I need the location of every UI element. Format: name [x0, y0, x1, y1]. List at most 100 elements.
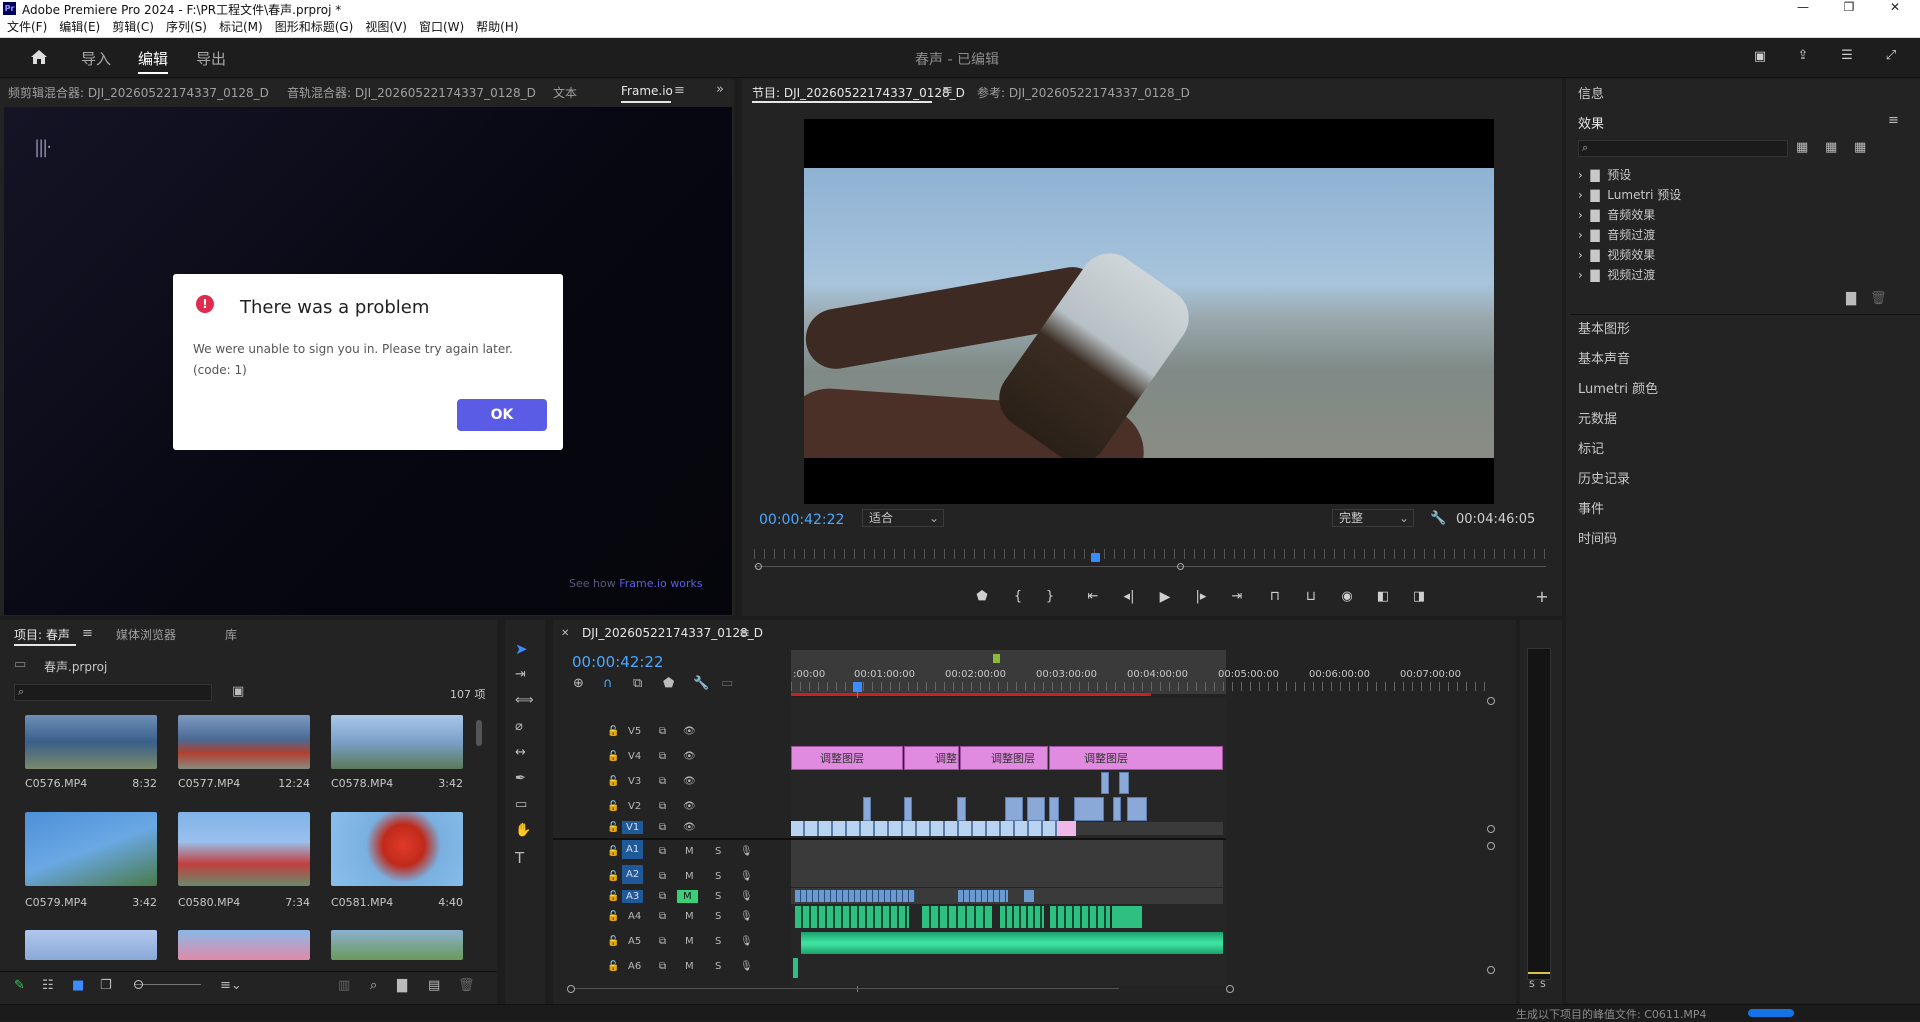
ripple-edit-tool-icon[interactable]: ⟺	[515, 693, 534, 708]
find-icon[interactable]: ▣	[232, 684, 244, 699]
panel-history[interactable]: 历史记录	[1578, 468, 1630, 487]
tab-libraries[interactable]: 库	[225, 626, 237, 643]
thumbnail[interactable]	[331, 930, 463, 960]
menu-markers[interactable]: 标记(M)	[219, 17, 263, 37]
new-bin-icon[interactable]: ▇	[1846, 291, 1856, 306]
timeline-timecode[interactable]: 00:00:42:22	[572, 653, 664, 671]
h-scrollbar[interactable]	[575, 988, 1119, 989]
rectangle-tool-icon[interactable]: ▭	[515, 797, 527, 812]
add-marker-icon[interactable]: ⬟	[663, 676, 674, 691]
video-clip[interactable]	[1005, 797, 1023, 821]
panel-menu-icon[interactable]: ≡	[942, 83, 953, 98]
mark-in-icon[interactable]: {	[1008, 589, 1028, 604]
scroll-handle[interactable]	[1487, 825, 1495, 833]
audio-clip[interactable]	[958, 890, 1008, 902]
video-clip[interactable]	[1119, 772, 1129, 794]
close-tab-icon[interactable]: ✕	[561, 628, 569, 639]
track-select-tool-icon[interactable]: ⇥	[515, 667, 526, 682]
adjustment-clip[interactable]: 调整图层	[1049, 746, 1223, 770]
thumbnail[interactable]	[178, 812, 310, 886]
video-clip[interactable]	[904, 797, 912, 821]
workspaces-icon[interactable]: ☰	[1837, 48, 1857, 63]
video-clip[interactable]	[1058, 821, 1076, 836]
delete-icon[interactable]: 🗑	[1870, 291, 1887, 306]
go-to-out-icon[interactable]: ⇥	[1227, 589, 1247, 604]
audio-clip[interactable]	[793, 958, 798, 978]
audio-clip-music[interactable]	[801, 932, 1223, 954]
track-header-a1[interactable]: 🔓 A1 ⧉ M S 🎙	[555, 840, 790, 863]
menu-sequence[interactable]: 序列(S)	[166, 17, 207, 37]
hand-tool-icon[interactable]: ✋	[515, 823, 531, 838]
add-button-icon[interactable]: +	[1532, 587, 1552, 606]
menu-edit[interactable]: 编辑(E)	[59, 17, 100, 37]
wrench-icon[interactable]: 🔧	[1430, 511, 1446, 526]
icon-view-icon[interactable]: ■	[72, 978, 84, 993]
lift-icon[interactable]: ⊓	[1265, 589, 1285, 604]
tab-export[interactable]: 导出	[196, 48, 226, 69]
tab-reference[interactable]: 参考: DJI_20260522174337_0128_D	[977, 84, 1190, 101]
track-header-a6[interactable]: 🔓 A6 ⧉ M S 🎙	[555, 958, 790, 978]
thumbnail[interactable]	[178, 930, 310, 960]
type-tool-icon[interactable]: T	[515, 849, 524, 867]
tree-item-lumetri-presets[interactable]: › ▇ Lumetri 预设	[1578, 186, 1681, 203]
maximize-icon[interactable]: ❐	[1834, 0, 1864, 17]
extract-icon[interactable]: ⊔	[1301, 589, 1321, 604]
thumbnail[interactable]	[25, 930, 157, 960]
panel-metadata[interactable]: 元数据	[1578, 408, 1617, 427]
tab-program[interactable]: 节目: DJI_20260522174337_0128_D	[752, 84, 965, 101]
fullscreen-icon[interactable]: ⤢	[1881, 48, 1901, 63]
video-clip[interactable]	[1101, 772, 1109, 794]
video-clip[interactable]	[863, 797, 871, 821]
expand-panels-icon[interactable]: »	[716, 82, 724, 97]
thumbnail[interactable]	[25, 715, 157, 769]
program-playhead[interactable]	[1090, 553, 1100, 562]
new-item-icon[interactable]: ▤	[428, 978, 440, 993]
panel-menu-icon[interactable]: ≡	[82, 626, 93, 641]
scroll-handle[interactable]	[1487, 966, 1495, 974]
panel-lumetri-color[interactable]: Lumetri 颜色	[1578, 378, 1658, 397]
accelerated-effects-icon[interactable]: ▦	[1796, 140, 1808, 155]
audio-clip[interactable]	[1112, 906, 1142, 928]
step-forward-icon[interactable]: |▸	[1191, 589, 1211, 604]
zoom-slider[interactable]	[135, 984, 201, 985]
tab-frameio[interactable]: Frame.io	[621, 84, 673, 98]
panel-essential-graphics[interactable]: 基本图形	[1578, 318, 1630, 337]
thumbnail[interactable]	[25, 812, 157, 886]
panel-essential-sound[interactable]: 基本声音	[1578, 348, 1630, 367]
timeline-settings-icon[interactable]: 🔧	[693, 676, 709, 691]
track-header-v1[interactable]: 🔓 V1 ⧉ 👁	[555, 819, 790, 839]
freeform-view-icon[interactable]: ❐	[100, 978, 112, 993]
zoom-select[interactable]: 适合 ⌄	[862, 509, 944, 527]
multicam-icon[interactable]: ◨	[1409, 589, 1429, 604]
menu-graphics[interactable]: 图形和标题(G)	[275, 17, 354, 37]
menu-file[interactable]: 文件(F)	[7, 17, 47, 37]
nest-icon[interactable]: ⊕	[573, 676, 584, 691]
frameio-link[interactable]: Frame.io works	[619, 577, 702, 590]
scroll-handle[interactable]	[1487, 842, 1495, 850]
effects-panel-title[interactable]: 效果	[1578, 113, 1604, 132]
tab-edit[interactable]: 编辑	[138, 48, 169, 74]
track-header-v2[interactable]: 🔓 V2 ⧉ 👁	[555, 798, 790, 818]
play-icon[interactable]: ▶	[1155, 589, 1175, 605]
panel-timecode[interactable]: 时间码	[1578, 528, 1617, 547]
tree-item-video-effects[interactable]: › ▇ 视频效果	[1578, 246, 1655, 263]
menu-view[interactable]: 视图(V)	[365, 17, 407, 37]
timeline-playhead-head[interactable]	[853, 682, 862, 692]
zoom-slider-handle[interactable]	[134, 980, 143, 989]
adjustment-clip[interactable]: 调整图层	[791, 746, 903, 770]
yuv-effects-icon[interactable]: ▦	[1854, 140, 1866, 155]
quality-select[interactable]: 完整 ⌄	[1332, 509, 1414, 527]
h-scroll-left[interactable]	[567, 985, 575, 993]
track-header-v3[interactable]: 🔓 V3 ⧉ 👁	[555, 773, 790, 793]
zoom-handle-right[interactable]	[1177, 563, 1184, 570]
video-clip-strip[interactable]	[791, 821, 1076, 836]
close-icon[interactable]: ✕	[1880, 0, 1910, 17]
panel-events[interactable]: 事件	[1578, 498, 1604, 517]
minimize-icon[interactable]: —	[1788, 0, 1818, 17]
track-header-a3[interactable]: 🔓 A3 ⧉ M S 🎙	[555, 888, 790, 908]
track-header-a2[interactable]: 🔓 A2 ⧉ M S 🎙	[555, 865, 790, 888]
tab-audio-mixer[interactable]: 音轨混合器: DJI_20260522174337_0128_D	[287, 84, 536, 101]
h-scroll-right[interactable]	[1226, 985, 1234, 993]
a2-track-lane[interactable]	[791, 865, 1223, 887]
audio-clip[interactable]	[1000, 906, 1044, 928]
